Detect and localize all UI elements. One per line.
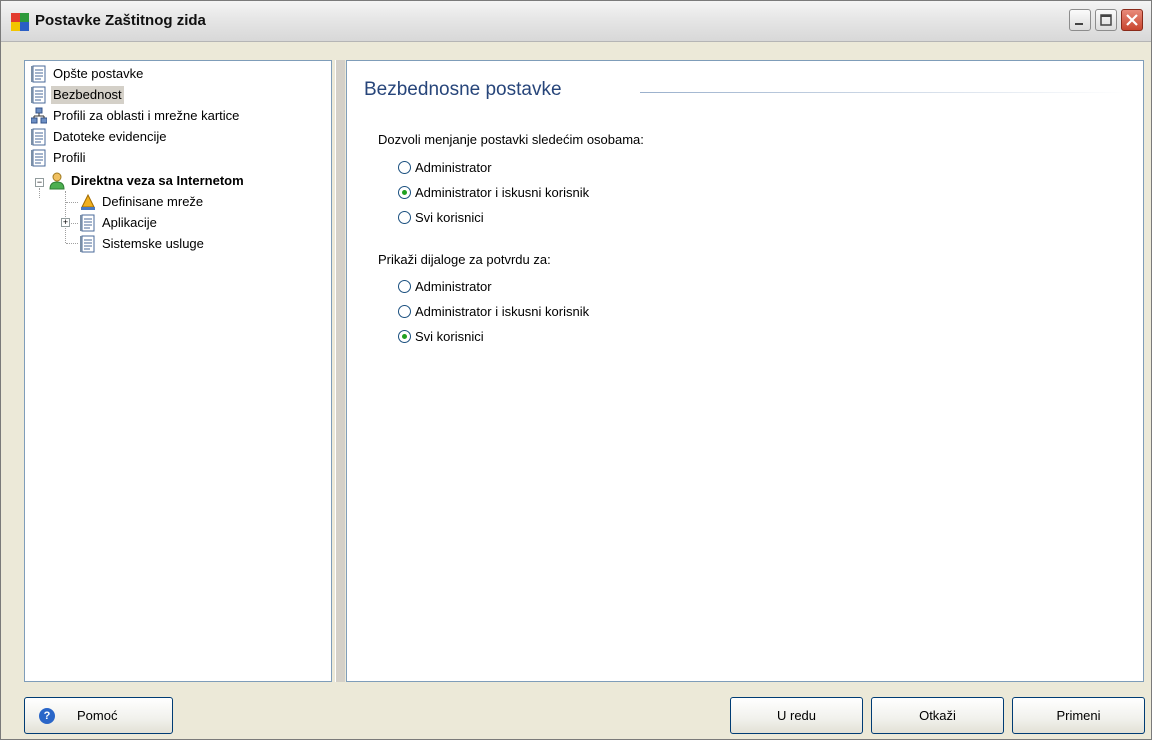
title-bar[interactable]: Postavke Zaštitnog zida bbox=[1, 1, 1151, 42]
close-icon bbox=[1126, 14, 1138, 26]
help-icon: ? bbox=[39, 707, 55, 724]
tree-item-aplikacije[interactable]: Aplikacije bbox=[80, 213, 159, 233]
window-title: Postavke Zaštitnog zida bbox=[35, 12, 206, 29]
minimize-button[interactable] bbox=[1069, 9, 1091, 31]
document-icon bbox=[31, 149, 46, 167]
minimize-icon bbox=[1075, 23, 1083, 25]
document-icon bbox=[31, 65, 46, 83]
document-icon bbox=[80, 214, 95, 232]
radio-confirm-all-users[interactable]: Svi korisnici bbox=[398, 327, 484, 345]
splitter[interactable] bbox=[335, 60, 345, 682]
tree-connector bbox=[66, 243, 78, 244]
radio-change-admin-power-user[interactable]: Administrator i iskusni korisnik bbox=[398, 183, 589, 201]
cancel-button[interactable]: Otkaži bbox=[871, 697, 1004, 734]
tree-item-opste-postavke[interactable]: Opšte postavke bbox=[31, 64, 145, 84]
app-logo-icon bbox=[11, 13, 29, 31]
network-icon bbox=[31, 107, 47, 124]
tree-item-direktna-veza[interactable]: Direktna veza sa Internetom bbox=[49, 171, 246, 191]
radio-label: Administrator i iskusni korisnik bbox=[415, 303, 590, 319]
radio-label: Administrator bbox=[415, 278, 492, 294]
radio-circle-checked bbox=[398, 329, 411, 343]
confirm-dialogs-label: Prikaži dijaloge za potvrdu za: bbox=[378, 252, 551, 267]
radio-change-administrator[interactable]: Administrator bbox=[398, 158, 492, 176]
radio-confirm-admin-power-user[interactable]: Administrator i iskusni korisnik bbox=[398, 302, 589, 320]
maximize-button[interactable] bbox=[1095, 9, 1117, 31]
tree-item-definisane-mreze[interactable]: Definisane mreže bbox=[80, 192, 205, 212]
tree-item-label: Direktna veza sa Internetom bbox=[71, 173, 244, 188]
radio-label: Svi korisnici bbox=[415, 209, 484, 225]
title-divider bbox=[640, 92, 1126, 93]
tree-item-label: Opšte postavke bbox=[53, 66, 144, 81]
apply-button[interactable]: Primeni bbox=[1012, 697, 1145, 734]
tree-item-label: Profili za oblasti i mrežne kartice bbox=[53, 108, 240, 123]
tree-item-profili[interactable]: Profili bbox=[31, 148, 88, 168]
document-icon bbox=[31, 128, 46, 146]
radio-label: Administrator bbox=[415, 159, 492, 175]
radio-label: Administrator i iskusni korisnik bbox=[415, 184, 590, 200]
tree-item-label: Aplikacije bbox=[102, 215, 157, 230]
ok-button-label: U redu bbox=[776, 708, 817, 723]
help-button[interactable]: ? Pomoć bbox=[24, 697, 173, 734]
radio-circle bbox=[398, 210, 411, 224]
settings-tree[interactable]: Opšte postavke Bezbednost Profili za obl… bbox=[24, 60, 332, 682]
maximize-icon bbox=[1100, 14, 1112, 26]
radio-label: Svi korisnici bbox=[415, 328, 484, 344]
tree-item-label: Sistemske usluge bbox=[102, 236, 204, 251]
panel-title: Bezbednosne postavke bbox=[364, 79, 562, 100]
radio-circle bbox=[398, 279, 411, 293]
radio-circle-checked bbox=[398, 185, 411, 199]
apply-button-label: Primeni bbox=[1056, 708, 1101, 723]
radio-circle bbox=[398, 160, 411, 174]
change-settings-label: Dozvoli menjanje postavki sledećim osoba… bbox=[378, 132, 644, 147]
network-icon bbox=[81, 193, 95, 210]
settings-window: Postavke Zaštitnog zida Opšte postavke B… bbox=[0, 0, 1152, 740]
radio-confirm-administrator[interactable]: Administrator bbox=[398, 277, 492, 295]
tree-item-bezbednost[interactable]: Bezbednost bbox=[31, 85, 124, 105]
document-icon bbox=[31, 86, 46, 104]
document-icon bbox=[80, 235, 95, 253]
help-button-label: Pomoć bbox=[77, 708, 118, 723]
tree-connector bbox=[66, 202, 78, 203]
tree-item-label: Bezbednost bbox=[51, 86, 124, 104]
tree-item-sistemske-usluge[interactable]: Sistemske usluge bbox=[80, 234, 206, 254]
settings-panel: Bezbednosne postavke Dozvoli menjanje po… bbox=[346, 60, 1144, 682]
tree-item-profili-za-oblasti[interactable]: Profili za oblasti i mrežne kartice bbox=[31, 106, 241, 126]
ok-button[interactable]: U redu bbox=[730, 697, 863, 734]
user-icon bbox=[49, 172, 65, 190]
radio-change-all-users[interactable]: Svi korisnici bbox=[398, 208, 484, 226]
close-button[interactable] bbox=[1121, 9, 1143, 31]
tree-connector bbox=[39, 188, 40, 198]
tree-item-label: Definisane mreže bbox=[102, 194, 204, 209]
radio-circle bbox=[398, 304, 411, 318]
tree-item-label: Profili bbox=[53, 150, 86, 165]
tree-item-label: Datoteke evidencije bbox=[53, 129, 167, 144]
tree-collapse-toggle[interactable]: − bbox=[35, 178, 44, 187]
tree-item-datoteke-evidencije[interactable]: Datoteke evidencije bbox=[31, 127, 168, 147]
tree-expand-toggle[interactable]: + bbox=[61, 218, 70, 227]
cancel-button-label: Otkaži bbox=[919, 708, 956, 723]
